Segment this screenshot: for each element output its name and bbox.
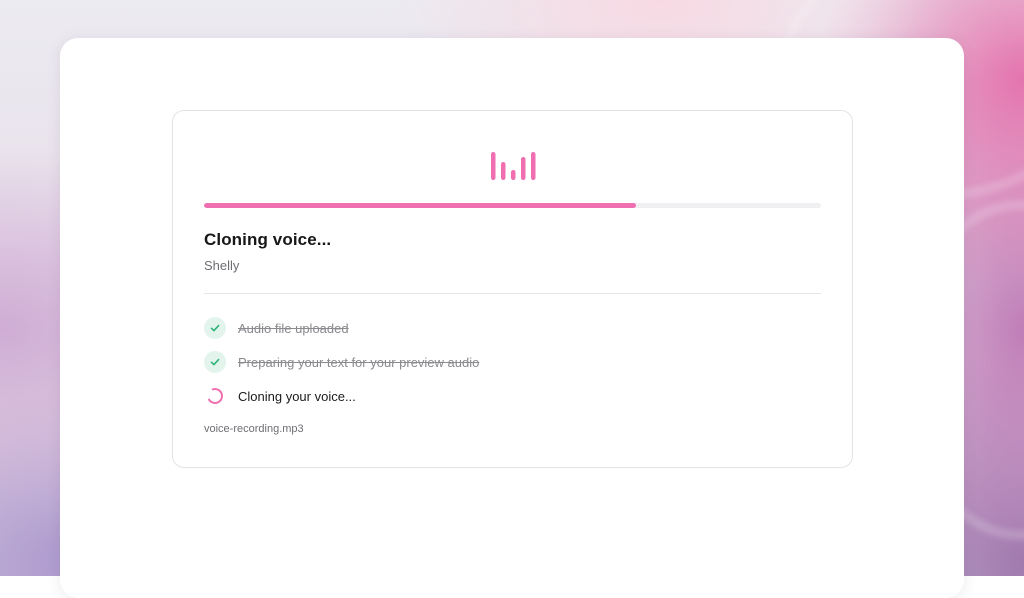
step-preparing-text: Preparing your text for your preview aud…: [204, 345, 804, 379]
check-icon: [204, 317, 226, 339]
file-name: voice-recording.mp3: [204, 423, 304, 435]
audio-bars-icon: [491, 152, 536, 180]
progress-bar-fill: [204, 203, 636, 208]
spinner-icon: [204, 385, 226, 407]
step-label: Audio file uploaded: [238, 320, 349, 336]
progress-bar-track: [204, 203, 821, 208]
status-title: Cloning voice...: [204, 230, 332, 249]
step-cloning-voice: Cloning your voice...: [204, 379, 804, 413]
step-label: Cloning your voice...: [238, 388, 356, 404]
divider: [204, 293, 821, 294]
main-panel: Cloning voice... Shelly Audio file uploa…: [60, 38, 964, 598]
check-icon: [204, 351, 226, 373]
step-audio-uploaded: Audio file uploaded: [204, 311, 804, 345]
voice-clone-status-card: Cloning voice... Shelly Audio file uploa…: [172, 110, 853, 468]
voice-name: Shelly: [204, 258, 240, 273]
step-label: Preparing your text for your preview aud…: [238, 354, 480, 370]
step-list: Audio file uploaded Preparing your text …: [204, 311, 804, 413]
